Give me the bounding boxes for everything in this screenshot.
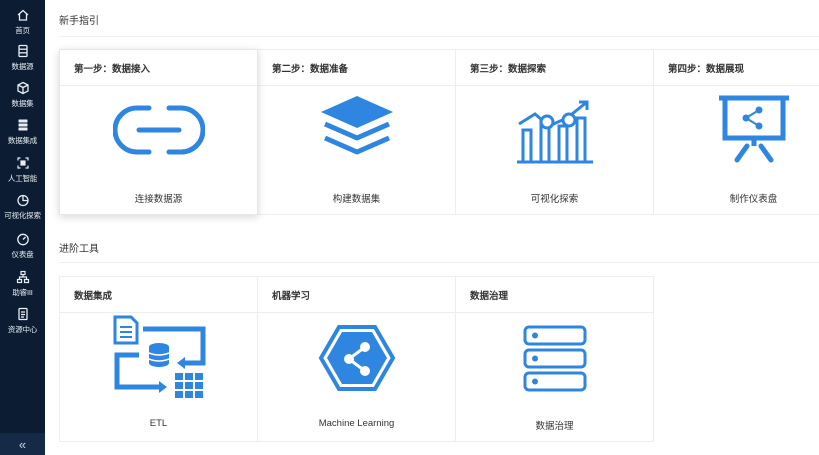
sidebar-item-assistant[interactable]: 助睿III	[0, 268, 45, 300]
advanced-card-machine-learning[interactable]: 机器学习 Machine Learning	[257, 276, 456, 442]
sidebar-item-resource-center[interactable]: 资源中心	[0, 305, 45, 337]
card-title: 数据集成	[60, 277, 257, 313]
card-step-title: 第二步：数据准备	[258, 50, 455, 86]
sidebar-item-label: 数据源	[11, 62, 34, 71]
sidebar-item-label: 资源中心	[7, 325, 38, 334]
sidebar-item-label: 首页	[15, 26, 30, 35]
guide-card-connect-datasource[interactable]: 第一步：数据接入 连接数据源	[59, 49, 258, 215]
home-icon	[16, 8, 30, 22]
main-content: 新手指引 第一步：数据接入 连接数据源 第二步：数据准备 构建数据集 第三步：数…	[45, 0, 819, 455]
guide-card-visual-explore[interactable]: 第三步：数据探索 可视化探索	[455, 49, 654, 215]
server-stack-icon	[456, 325, 653, 393]
document-icon	[16, 307, 30, 321]
advanced-card-data-integration[interactable]: 数据集成 ETL	[59, 276, 258, 442]
gauge-icon	[16, 232, 30, 246]
card-label: ETL	[149, 418, 168, 429]
pie-chart-icon	[16, 193, 30, 207]
sidebar-item-ai[interactable]: 人工智能	[0, 154, 45, 186]
sidebar-item-label: 助睿III	[12, 288, 33, 297]
sidebar-item-label: 数据集	[11, 99, 34, 108]
chart-explore-icon	[456, 96, 653, 164]
sidebar-item-home[interactable]: 首页	[0, 6, 45, 38]
card-label: Machine Learning	[318, 418, 395, 429]
sidebar-item-datasource[interactable]: 数据源	[0, 42, 45, 74]
card-label: 连接数据源	[134, 194, 183, 205]
sidebar-item-dashboard[interactable]: 仪表盘	[0, 230, 45, 262]
section-title-advanced: 进阶工具	[59, 244, 99, 255]
presentation-board-icon	[654, 94, 819, 164]
sidebar: 首页 数据源 数据集 数据集成 人工智能 可视化探索 仪表盘 助睿III 资源中…	[0, 0, 45, 455]
layers-icon	[258, 94, 455, 158]
card-label: 构建数据集	[332, 194, 381, 205]
sidebar-item-label: 可视化探索	[4, 211, 41, 220]
divider	[59, 262, 819, 263]
link-icon	[60, 104, 257, 156]
ai-scan-icon	[16, 156, 30, 170]
card-title: 机器学习	[258, 277, 455, 313]
guide-card-build-dataset[interactable]: 第二步：数据准备 构建数据集	[257, 49, 456, 215]
org-tree-icon	[16, 270, 30, 284]
guide-card-make-dashboard[interactable]: 第四步：数据展现 制作仪表盘	[653, 49, 819, 215]
card-label: 可视化探索	[530, 194, 579, 205]
divider	[59, 36, 819, 37]
stack-icon	[16, 118, 30, 132]
machine-learning-icon	[258, 323, 455, 393]
cube-icon	[16, 81, 30, 95]
card-step-title: 第四步：数据展现	[654, 50, 819, 86]
card-title: 数据治理	[456, 277, 653, 313]
card-step-title: 第三步：数据探索	[456, 50, 653, 86]
card-step-title: 第一步：数据接入	[60, 50, 257, 86]
etl-icon	[60, 315, 257, 399]
database-icon	[16, 44, 30, 58]
card-label: 数据治理	[535, 421, 574, 432]
advanced-card-data-governance[interactable]: 数据治理 数据治理	[455, 276, 654, 442]
card-label: 制作仪表盘	[729, 194, 778, 205]
sidebar-collapse-button[interactable]: «	[0, 433, 45, 455]
sidebar-item-label: 人工智能	[7, 174, 38, 183]
sidebar-item-integration[interactable]: 数据集成	[0, 116, 45, 148]
sidebar-item-dataset[interactable]: 数据集	[0, 79, 45, 111]
sidebar-item-visual-explore[interactable]: 可视化探索	[0, 191, 45, 223]
sidebar-item-label: 数据集成	[7, 136, 38, 145]
sidebar-item-label: 仪表盘	[11, 250, 34, 259]
section-title-guide: 新手指引	[59, 16, 99, 27]
